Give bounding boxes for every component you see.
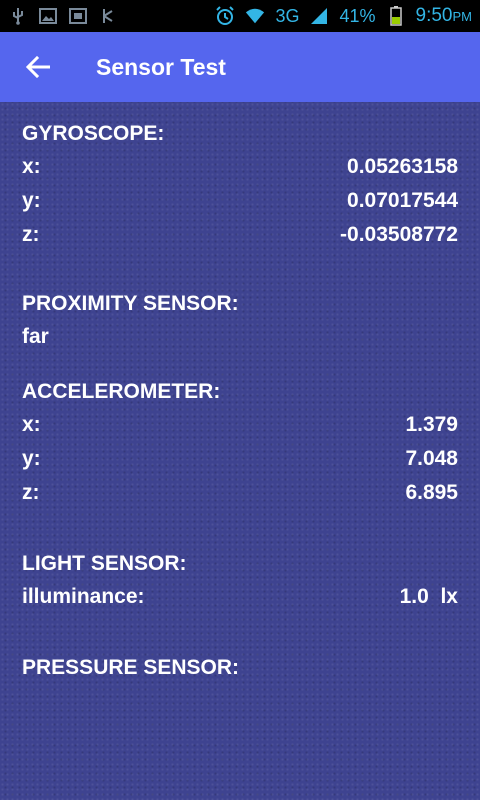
usb-icon xyxy=(8,6,28,26)
clock-time: 9:50 xyxy=(415,5,453,26)
clock-ampm: PM xyxy=(452,9,473,24)
image-icon xyxy=(38,6,58,26)
light-title: LIGHT SENSOR: xyxy=(22,552,187,575)
sensor-list: GYROSCOPE: x: 0.05263158 y: 0.07017544 z… xyxy=(0,102,480,800)
clock: 9:50PM xyxy=(416,5,472,27)
gyroscope-section: GYROSCOPE: x: 0.05263158 y: 0.07017544 z… xyxy=(22,117,458,252)
light-section: LIGHT SENSOR: illuminance: 1.0 lx xyxy=(22,547,458,614)
gyroscope-x-value: 0.05263158 xyxy=(347,155,458,178)
accelerometer-x-label: x: xyxy=(22,413,41,436)
screen: 3G 41% 9:50PM Sensor Test GYROSCOPE: x: … xyxy=(0,0,480,800)
gyroscope-row-x: x: 0.05263158 xyxy=(22,150,458,184)
pressure-section: PRESSURE SENSOR: xyxy=(22,651,458,684)
illuminance-label: illuminance: xyxy=(22,585,145,608)
accelerometer-y-label: y: xyxy=(22,447,41,470)
usb-debug-icon xyxy=(98,6,118,26)
accelerometer-y-value: 7.048 xyxy=(405,447,458,470)
battery-percent: 41% xyxy=(339,5,376,26)
gyroscope-z-label: z: xyxy=(22,223,40,246)
screenshot-icon xyxy=(68,6,88,26)
gyroscope-title: GYROSCOPE: xyxy=(22,122,165,145)
gyroscope-row-z: z: -0.03508772 xyxy=(22,218,458,252)
proximity-title: PROXIMITY SENSOR: xyxy=(22,292,239,315)
pressure-title: PRESSURE SENSOR: xyxy=(22,656,240,679)
status-bar-notifications xyxy=(8,6,118,26)
proximity-section: PROXIMITY SENSOR: far xyxy=(22,287,458,354)
accelerometer-x-value: 1.379 xyxy=(405,413,458,436)
accelerometer-section: ACCELEROMETER: x: 1.379 y: 7.048 z: 6.89… xyxy=(22,375,458,510)
status-bar-system: 3G 41% 9:50PM xyxy=(215,5,472,27)
signal-icon xyxy=(309,6,329,26)
accelerometer-z-value: 6.895 xyxy=(405,481,458,504)
app-bar: Sensor Test xyxy=(0,32,480,102)
gyroscope-y-value: 0.07017544 xyxy=(347,189,458,212)
accelerometer-row-z: z: 6.895 xyxy=(22,476,458,510)
accelerometer-title: ACCELEROMETER: xyxy=(22,380,221,403)
status-bar: 3G 41% 9:50PM xyxy=(0,0,480,32)
gyroscope-z-value: -0.03508772 xyxy=(340,223,458,246)
illuminance-value: 1.0 lx xyxy=(399,585,458,608)
gyroscope-y-label: y: xyxy=(22,189,41,212)
page-title: Sensor Test xyxy=(96,53,226,80)
accelerometer-row-y: y: 7.048 xyxy=(22,442,458,476)
light-row-illuminance: illuminance: 1.0 lx xyxy=(22,580,458,614)
back-button[interactable] xyxy=(10,39,66,95)
wifi-icon xyxy=(245,6,265,26)
battery-icon xyxy=(386,6,406,26)
alarm-icon xyxy=(215,6,235,26)
gyroscope-x-label: x: xyxy=(22,155,41,178)
proximity-row: far xyxy=(22,320,458,354)
accelerometer-row-x: x: 1.379 xyxy=(22,408,458,442)
network-type: 3G xyxy=(275,5,300,26)
gyroscope-row-y: y: 0.07017544 xyxy=(22,184,458,218)
accelerometer-z-label: z: xyxy=(22,481,40,504)
arrow-left-icon xyxy=(26,56,50,78)
proximity-value: far xyxy=(22,325,49,348)
